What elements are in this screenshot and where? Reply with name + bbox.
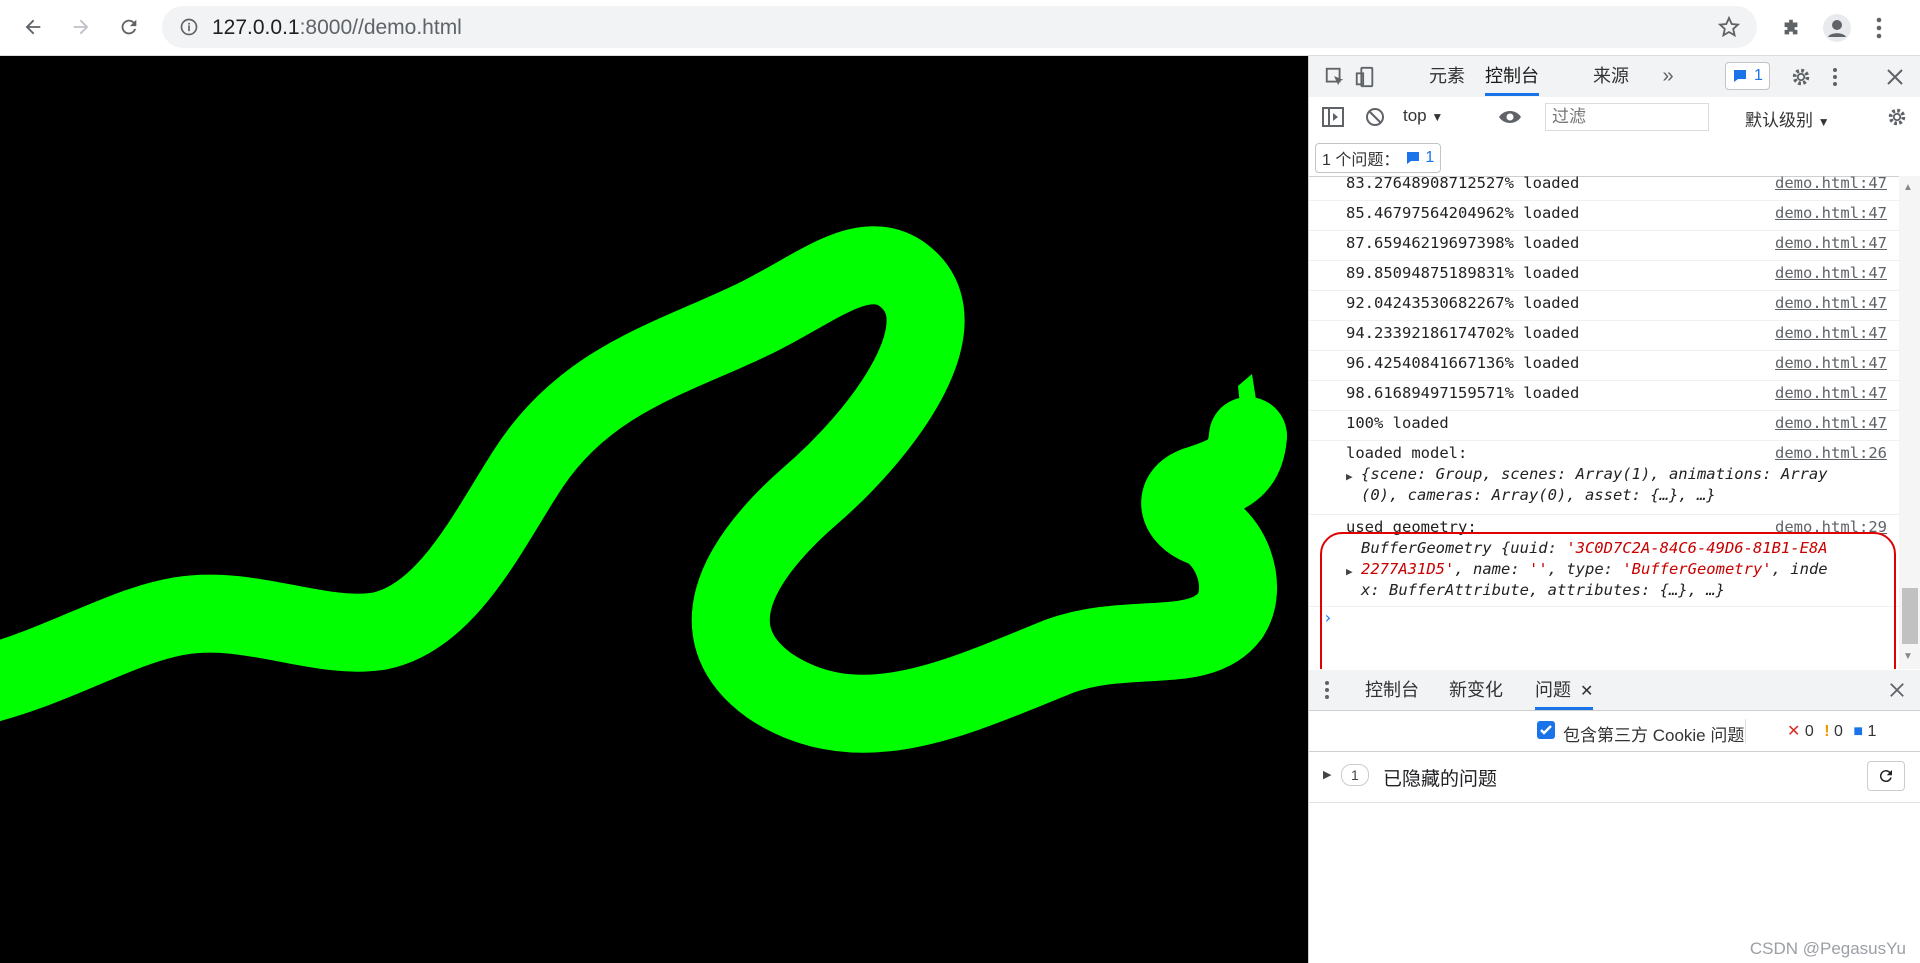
live-expression-eye-icon[interactable] [1497, 105, 1523, 129]
arrow-left-icon [25, 19, 41, 35]
bookmark-star-icon[interactable] [1717, 15, 1741, 44]
tab-console[interactable]: 控制台 [1485, 56, 1539, 96]
hidden-issues-label: 已隐藏的问题 [1383, 769, 1498, 790]
context-select[interactable]: top ▼ [1403, 106, 1443, 126]
model-label: loaded model: [1346, 444, 1468, 462]
console-row: 94.23392186174702% loaded demo.html:47 [1309, 320, 1899, 351]
expand-triangle-icon[interactable]: ▶ [1323, 768, 1331, 781]
issues-toolbar: 包含第三方 Cookie 问题 ✕ 0 ! 0 ■ 1 [1309, 711, 1920, 752]
message-icon [1734, 70, 1746, 82]
console-row: 89.85094875189831% loaded demo.html:47 [1309, 260, 1899, 291]
url-host: 127.0.0.1 [212, 16, 300, 39]
issues-summary-label: 1 个问题： [1322, 152, 1400, 169]
drawer-tab-whats-new[interactable]: 新变化 [1449, 670, 1503, 710]
source-link[interactable]: demo.html:26 [1775, 444, 1887, 462]
reload-icon [121, 19, 137, 35]
watermark: CSDN @PegasusYu [1749, 939, 1906, 958]
console-scrollbar[interactable]: ▲ ▼ [1899, 176, 1920, 669]
source-link[interactable]: demo.html:47 [1775, 354, 1887, 372]
drawer-menu-icon[interactable] [1319, 679, 1335, 701]
info-icon[interactable] [179, 17, 199, 42]
close-devtools-icon[interactable] [1883, 65, 1907, 89]
url-path: :8000//demo.html [299, 16, 462, 39]
clear-console-icon[interactable] [1363, 105, 1387, 129]
tab-sources[interactable]: 来源 [1593, 56, 1629, 96]
address-bar[interactable]: 127.0.0.1:8000//demo.html [162, 6, 1757, 48]
devtools-drawer: 控制台 新变化 问题 ✕ 包含第三方 Cookie 问题 ✕ 0 ! 0 ■ 1… [1309, 670, 1920, 963]
inspect-element-icon[interactable] [1323, 65, 1347, 89]
devtools-more-icon[interactable] [1827, 65, 1843, 89]
red-highlight-outline [1320, 532, 1896, 669]
console-row: 83.27648908712527% loaded demo.html:47 [1309, 176, 1899, 201]
page-canvas[interactable] [0, 56, 1308, 963]
devtools-panel: 元素 控制台 来源 » 1 top ▼ 默认级别 ▼ [1308, 56, 1920, 963]
hidden-issues-count-badge: 1 [1341, 764, 1369, 786]
device-toolbar-icon[interactable] [1353, 65, 1377, 89]
console-toolbar: top ▼ 默认级别 ▼ [1309, 97, 1920, 138]
console-row-model: loaded model: demo.html:26 ▶ {scene: Gro… [1309, 440, 1899, 515]
model-object-line1[interactable]: {scene: Group, scenes: Array(1), animati… [1361, 465, 1828, 483]
console-row: 96.42540841667136% loaded demo.html:47 [1309, 350, 1899, 381]
settings-gear-icon[interactable] [1789, 65, 1813, 89]
model-object-line2[interactable]: (0), cameras: Array(0), asset: {…}, …} [1361, 486, 1716, 504]
warning-icon: ! [1824, 723, 1830, 740]
console-row: 98.61689497159571% loaded demo.html:47 [1309, 380, 1899, 411]
tab-elements[interactable]: 元素 [1429, 56, 1465, 96]
drawer-tab-issues[interactable]: 问题 ✕ [1535, 670, 1594, 710]
snake-model [0, 226, 1287, 753]
third-party-cookie-label: 包含第三方 Cookie 问题 [1563, 726, 1745, 745]
browser-toolbar: 127.0.0.1:8000//demo.html [0, 0, 1920, 56]
source-link[interactable]: demo.html:47 [1775, 264, 1887, 282]
log-level-value: 默认级别 [1745, 111, 1813, 130]
url-text: 127.0.0.1:8000//demo.html [212, 16, 462, 40]
more-tabs-icon[interactable]: » [1657, 65, 1679, 87]
scrollbar-thumb[interactable] [1902, 588, 1918, 644]
console-row: 85.46797564204962% loaded demo.html:47 [1309, 200, 1899, 231]
more-menu-icon[interactable] [1860, 9, 1898, 47]
source-link[interactable]: demo.html:47 [1775, 414, 1887, 432]
console-output: 83.27648908712527% loaded demo.html:47 85… [1309, 176, 1899, 669]
source-link[interactable]: demo.html:47 [1775, 234, 1887, 252]
issues-summary-button[interactable]: 1 个问题： 1 [1315, 143, 1442, 173]
expand-triangle-icon[interactable]: ▶ [1346, 470, 1353, 483]
reload-issues-button[interactable] [1867, 761, 1905, 791]
third-party-cookie-checkbox[interactable] [1537, 721, 1555, 739]
error-icon: ✕ [1787, 723, 1801, 740]
console-row: 87.65946219697398% loaded demo.html:47 [1309, 230, 1899, 261]
issues-badge-button[interactable]: 1 [1725, 62, 1770, 90]
issues-summary-count: 1 [1425, 149, 1435, 166]
close-tab-icon[interactable]: ✕ [1580, 683, 1593, 700]
source-link[interactable]: demo.html:47 [1775, 324, 1887, 342]
close-drawer-icon[interactable] [1887, 680, 1907, 700]
log-level-select[interactable]: 默认级别 ▼ [1745, 106, 1830, 131]
arrow-right-icon [73, 19, 89, 35]
reload-button[interactable] [110, 8, 148, 46]
info-message-icon: ■ [1853, 723, 1864, 740]
message-icon [1407, 152, 1420, 164]
issues-summary-bar: 1 个问题： 1 [1309, 137, 1920, 177]
console-row: 100% loaded demo.html:47 [1309, 410, 1899, 441]
reload-icon [1879, 770, 1892, 783]
console-filter-input[interactable] [1545, 103, 1709, 131]
source-link[interactable]: demo.html:47 [1775, 384, 1887, 402]
issue-counts: ✕ 0 ! 0 ■ 1 [1787, 723, 1877, 740]
back-button[interactable] [14, 8, 52, 46]
context-value: top [1403, 106, 1427, 125]
drawer-tabbar: 控制台 新变化 问题 ✕ [1309, 670, 1920, 711]
devtools-tabbar: 元素 控制台 来源 » 1 [1309, 56, 1920, 98]
source-link[interactable]: demo.html:47 [1775, 176, 1887, 192]
issues-badge-count: 1 [1754, 67, 1763, 84]
forward-button[interactable] [62, 8, 100, 46]
extensions-icon[interactable] [1772, 9, 1810, 47]
sidebar-toggle-icon[interactable] [1321, 105, 1345, 129]
console-row: 92.04243530682267% loaded demo.html:47 [1309, 290, 1899, 321]
profile-avatar-icon[interactable] [1818, 9, 1856, 47]
console-settings-gear-icon[interactable] [1885, 105, 1909, 129]
hidden-issues-row[interactable]: ▶ 1 已隐藏的问题 [1309, 752, 1920, 803]
source-link[interactable]: demo.html:47 [1775, 204, 1887, 222]
drawer-tab-console[interactable]: 控制台 [1365, 670, 1419, 710]
source-link[interactable]: demo.html:47 [1775, 294, 1887, 312]
